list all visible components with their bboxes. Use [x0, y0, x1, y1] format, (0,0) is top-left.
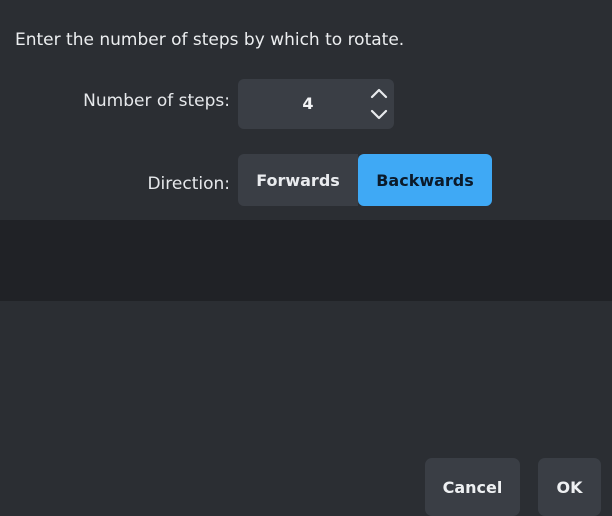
direction-forwards-button[interactable]: Forwards	[238, 154, 358, 206]
dialog-footer: Cancel OK	[0, 220, 612, 516]
ok-button[interactable]: OK	[538, 458, 601, 516]
direction-label: Direction:	[147, 174, 230, 194]
direction-backwards-button[interactable]: Backwards	[358, 154, 492, 206]
cancel-button[interactable]: Cancel	[425, 458, 520, 516]
chevron-down-icon[interactable]	[366, 103, 392, 127]
dialog-content: Enter the number of steps by which to ro…	[0, 0, 612, 220]
steps-label: Number of steps:	[83, 91, 230, 111]
rotate-dialog: Enter the number of steps by which to ro…	[0, 0, 612, 516]
chevron-up-icon[interactable]	[366, 81, 392, 105]
dialog-prompt: Enter the number of steps by which to ro…	[15, 30, 405, 50]
steps-input[interactable]: 4	[238, 79, 378, 129]
steps-stepper[interactable]: 4	[238, 79, 394, 129]
